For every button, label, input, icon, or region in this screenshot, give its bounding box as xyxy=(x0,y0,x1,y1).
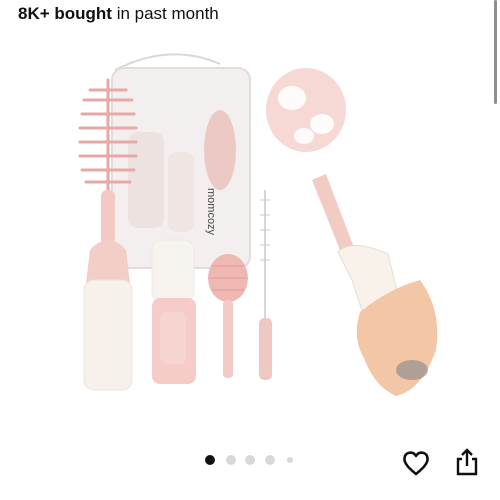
brand-print: momcozy xyxy=(205,188,217,236)
carousel-dot-5[interactable] xyxy=(287,457,293,463)
heart-outline-icon xyxy=(403,451,429,476)
carousel-dot-3[interactable] xyxy=(245,455,255,465)
carousel-dot-4[interactable] xyxy=(265,455,275,465)
share-icon xyxy=(456,448,478,476)
purchase-count-suffix: in past month xyxy=(111,4,219,23)
storage-bag: momcozy xyxy=(111,53,251,269)
carousel-dot-1[interactable] xyxy=(205,455,215,465)
purchase-count-text: 8K+ bought in past month xyxy=(18,4,219,24)
travel-bottle xyxy=(151,239,196,384)
purchase-count-bold: 8K+ bought xyxy=(18,4,112,23)
share-button[interactable] xyxy=(452,447,482,477)
nipple-brush xyxy=(208,254,248,378)
wishlist-button[interactable] xyxy=(401,449,431,477)
scroll-indicator[interactable] xyxy=(494,0,497,104)
hand-holding-brush xyxy=(266,68,438,396)
straw-brush xyxy=(259,190,272,380)
product-image[interactable]: momcozy xyxy=(60,40,445,410)
carousel-dot-2[interactable] xyxy=(226,455,236,465)
